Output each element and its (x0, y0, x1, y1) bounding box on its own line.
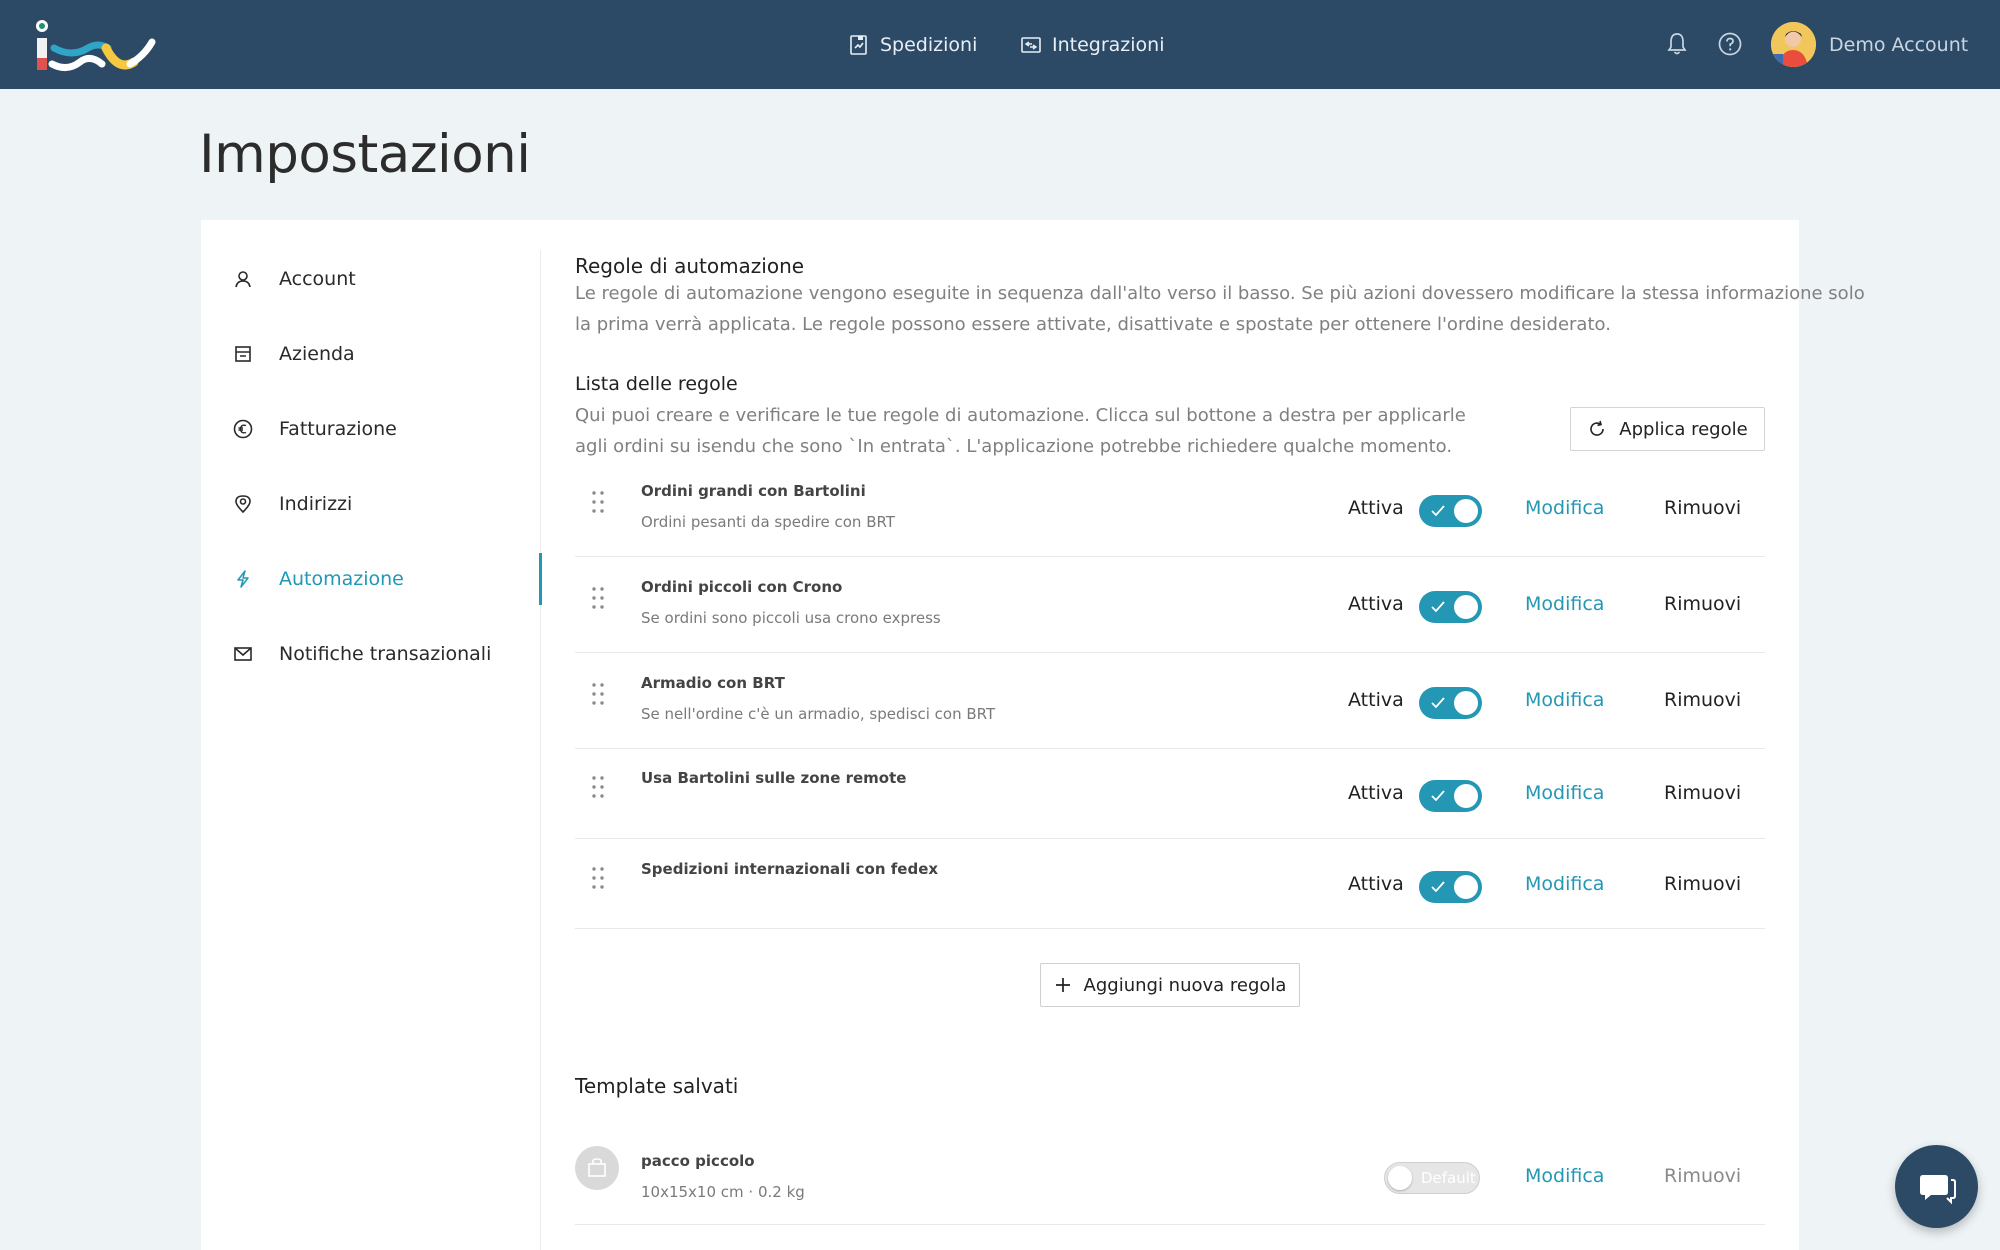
plus-icon (1055, 978, 1070, 992)
nav-shipments[interactable]: Spedizioni (848, 0, 977, 89)
rule-description: Ordini pesanti da spedire con BRT (641, 513, 895, 531)
sidebar-item-label: Azienda (279, 343, 355, 365)
template-details: 10x15x10 cm · 0.2 kg (641, 1183, 805, 1201)
rules-list-description-line2: agli ordini su isendu che sono `In entra… (575, 436, 1453, 457)
help-icon[interactable] (1716, 30, 1744, 58)
rule-toggle[interactable] (1419, 495, 1482, 527)
sidebar-item-label: Indirizzi (279, 493, 353, 515)
avatar[interactable] (1771, 22, 1816, 67)
template-name: pacco piccolo (641, 1152, 755, 1170)
check-icon (1431, 697, 1445, 709)
rule-name: Ordini grandi con Bartolini (641, 482, 866, 500)
chat-icon (1919, 1174, 1956, 1204)
edit-rule-link[interactable]: Modifica (1525, 873, 1604, 895)
sidebar-item-label: Account (279, 268, 356, 290)
shipments-icon (850, 34, 867, 55)
remove-rule-link[interactable]: Rimuovi (1664, 782, 1741, 804)
automation-description-line1: Le regole di automazione vengono eseguit… (575, 283, 1865, 304)
rule-status-label: Attiva (1348, 593, 1404, 615)
rule-row: Spedizioni internazionali con fedex Atti… (575, 839, 1765, 929)
rule-name: Ordini piccoli con Crono (641, 578, 843, 596)
sidebar-item-label: Notifiche transazionali (279, 643, 492, 665)
nav-integrations[interactable]: Integrazioni (1020, 0, 1165, 89)
default-template-toggle[interactable]: Default (1384, 1162, 1480, 1194)
edit-rule-link[interactable]: Modifica (1525, 593, 1604, 615)
automation-title: Regole di automazione (575, 254, 805, 278)
integrations-icon (1021, 36, 1041, 53)
rule-description: Se ordini sono piccoli usa crono express (641, 609, 941, 627)
drag-handle-icon[interactable] (589, 489, 607, 515)
rule-row: Ordini grandi con Bartolini Ordini pesan… (575, 470, 1765, 557)
apply-rules-label: Applica regole (1619, 418, 1748, 440)
package-icon (575, 1146, 619, 1190)
edit-rule-link[interactable]: Modifica (1525, 689, 1604, 711)
check-icon (1431, 881, 1445, 893)
add-rule-button[interactable]: Aggiungi nuova regola (1040, 963, 1300, 1007)
chat-support-button[interactable] (1895, 1145, 1978, 1228)
rule-status-label: Attiva (1348, 873, 1404, 895)
euro-icon (232, 418, 254, 440)
rule-toggle[interactable] (1419, 871, 1482, 903)
refresh-icon (1590, 420, 1605, 436)
edit-rule-link[interactable]: Modifica (1525, 782, 1604, 804)
sidebar-item-addresses[interactable]: Indirizzi (232, 484, 542, 524)
rule-toggle[interactable] (1419, 780, 1482, 812)
drag-handle-icon[interactable] (589, 681, 607, 707)
nav-shipments-label: Spedizioni (880, 33, 978, 56)
rule-status-label: Attiva (1348, 689, 1404, 711)
add-rule-label: Aggiungi nuova regola (1083, 974, 1287, 996)
bell-icon[interactable] (1663, 30, 1691, 58)
active-indicator (539, 553, 542, 605)
default-label: Default (1421, 1169, 1476, 1187)
page-title: Impostazioni (199, 124, 531, 185)
rule-description: Se nell'ordine c'è un armadio, spedisci … (641, 705, 996, 723)
location-pin-icon (232, 493, 254, 515)
apply-rules-button[interactable]: Applica regole (1570, 407, 1765, 451)
sidebar-item-account[interactable]: Account (232, 259, 542, 299)
rule-toggle[interactable] (1419, 687, 1482, 719)
edit-template-link[interactable]: Modifica (1525, 1165, 1604, 1187)
remove-rule-link[interactable]: Rimuovi (1664, 593, 1741, 615)
rules-list-title: Lista delle regole (575, 373, 738, 395)
templates-title: Template salvati (575, 1074, 739, 1098)
rule-toggle[interactable] (1419, 591, 1482, 623)
sidebar-item-company[interactable]: Azienda (232, 334, 542, 374)
remove-rule-link[interactable]: Rimuovi (1664, 689, 1741, 711)
check-icon (1431, 601, 1445, 613)
sidebar-item-billing[interactable]: Fatturazione (232, 409, 542, 449)
isendu-logo[interactable] (32, 18, 157, 74)
drag-handle-icon[interactable] (589, 774, 607, 800)
sidebar-item-automation[interactable]: Automazione (232, 559, 542, 599)
rule-name: Spedizioni internazionali con fedex (641, 860, 939, 878)
automation-description-line2: la prima verrà applicata. Le regole poss… (575, 314, 1611, 335)
edit-rule-link[interactable]: Modifica (1525, 497, 1604, 519)
remove-rule-link[interactable]: Rimuovi (1664, 497, 1741, 519)
drag-handle-icon[interactable] (589, 865, 607, 891)
remove-rule-link[interactable]: Rimuovi (1664, 873, 1741, 895)
check-icon (1431, 505, 1445, 517)
rule-status-label: Attiva (1348, 782, 1404, 804)
sidebar-item-label: Automazione (279, 568, 404, 590)
lightning-icon (232, 568, 254, 590)
rules-list-description-line1: Qui puoi creare e verificare le tue rego… (575, 405, 1466, 426)
rule-row: Usa Bartolini sulle zone remote Attiva M… (575, 749, 1765, 839)
nav-integrations-label: Integrazioni (1052, 33, 1165, 56)
rule-row: Armadio con BRT Se nell'ordine c'è un ar… (575, 653, 1765, 749)
sidebar-divider (540, 250, 541, 1250)
rule-status-label: Attiva (1348, 497, 1404, 519)
rule-name: Usa Bartolini sulle zone remote (641, 769, 907, 787)
mail-icon (232, 643, 254, 665)
rule-name: Armadio con BRT (641, 674, 785, 692)
check-icon (1431, 790, 1445, 802)
user-icon (232, 268, 254, 290)
sidebar-item-notifications[interactable]: Notifiche transazionali (232, 634, 542, 674)
sidebar-item-label: Fatturazione (279, 418, 397, 440)
account-name[interactable]: Demo Account (1829, 0, 1968, 89)
remove-template-link[interactable]: Rimuovi (1664, 1165, 1741, 1187)
drag-handle-icon[interactable] (589, 585, 607, 611)
store-icon (232, 343, 254, 365)
top-navigation-bar: Spedizioni Integrazioni Demo Account (0, 0, 2000, 89)
rule-row: Ordini piccoli con Crono Se ordini sono … (575, 557, 1765, 653)
